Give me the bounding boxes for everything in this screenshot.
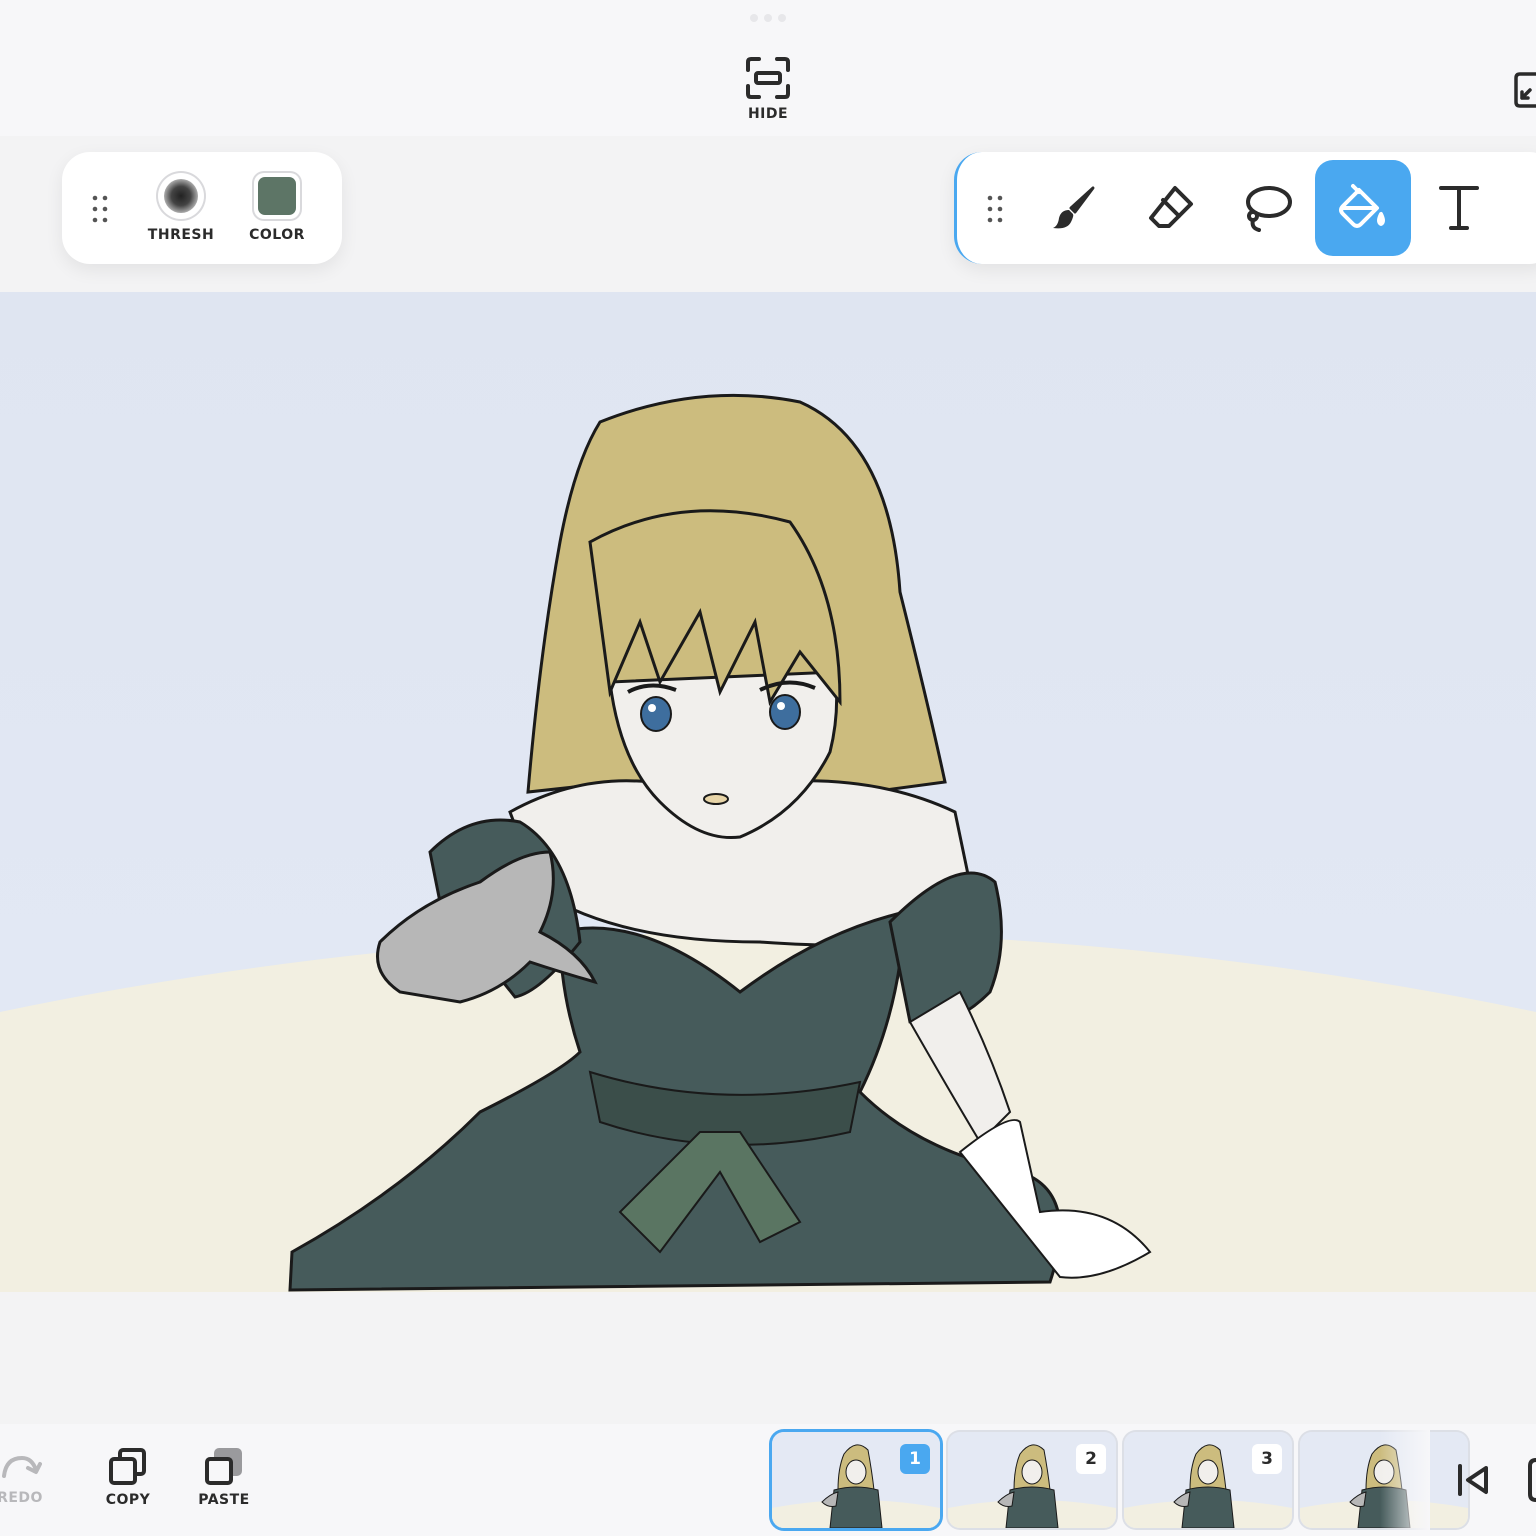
eraser-icon [1149, 186, 1193, 228]
lasso-tool-button[interactable] [1219, 160, 1315, 256]
text-icon [1439, 186, 1479, 230]
paste-icon [205, 1448, 242, 1485]
brush-icon [1053, 186, 1095, 229]
frame-thumbnail[interactable]: 3 [1124, 1432, 1292, 1528]
hide-icon [746, 57, 790, 99]
redo-button[interactable]: REDO [0, 1448, 60, 1506]
redo-label: REDO [0, 1490, 43, 1506]
collapse-icon[interactable] [1512, 70, 1536, 110]
frame-thumbnail[interactable]: 1 [772, 1432, 940, 1528]
paste-button[interactable]: PASTE [192, 1446, 256, 1508]
drag-handle-icon[interactable] [985, 194, 1005, 224]
frame-thumbnail[interactable]: 2 [948, 1432, 1116, 1528]
thresh-label: THRESH [147, 227, 215, 243]
next-control-edge[interactable] [1528, 1458, 1536, 1502]
frames-fade [1380, 1430, 1430, 1530]
frame-number: 1 [900, 1444, 930, 1474]
hide-label: HIDE [747, 106, 789, 122]
copy-label: COPY [105, 1492, 151, 1508]
drawing-canvas[interactable] [0, 292, 1536, 1292]
redo-icon [2, 1456, 42, 1478]
brush-tool-button[interactable] [1027, 160, 1123, 256]
hide-button[interactable]: HIDE [730, 56, 806, 126]
frame-number: 3 [1252, 1444, 1282, 1474]
eraser-tool-button[interactable] [1123, 160, 1219, 256]
copy-icon [109, 1448, 146, 1485]
text-tool-button[interactable] [1411, 160, 1507, 256]
thresh-control[interactable]: THRESH [148, 173, 214, 243]
top-bar: HIDE [0, 0, 1536, 136]
color-swatch [254, 173, 300, 219]
color-label: COLOR [249, 227, 305, 243]
brush-options-panel: THRESH COLOR [62, 152, 342, 264]
thresh-swatch [158, 173, 204, 219]
tools-toolbar [954, 152, 1536, 264]
frame-number: 2 [1076, 1444, 1106, 1474]
copy-button[interactable]: COPY [96, 1446, 160, 1508]
top-grip-dots[interactable] [746, 14, 790, 24]
fill-bucket-tool-button[interactable] [1315, 160, 1411, 256]
paste-label: PASTE [198, 1492, 250, 1508]
first-frame-icon[interactable] [1456, 1462, 1490, 1498]
drag-handle-icon[interactable] [90, 194, 110, 224]
lasso-icon [1246, 186, 1292, 232]
canvas-artwork [0, 292, 1536, 1292]
color-control[interactable]: COLOR [244, 173, 310, 243]
fill-bucket-icon [1339, 184, 1385, 228]
